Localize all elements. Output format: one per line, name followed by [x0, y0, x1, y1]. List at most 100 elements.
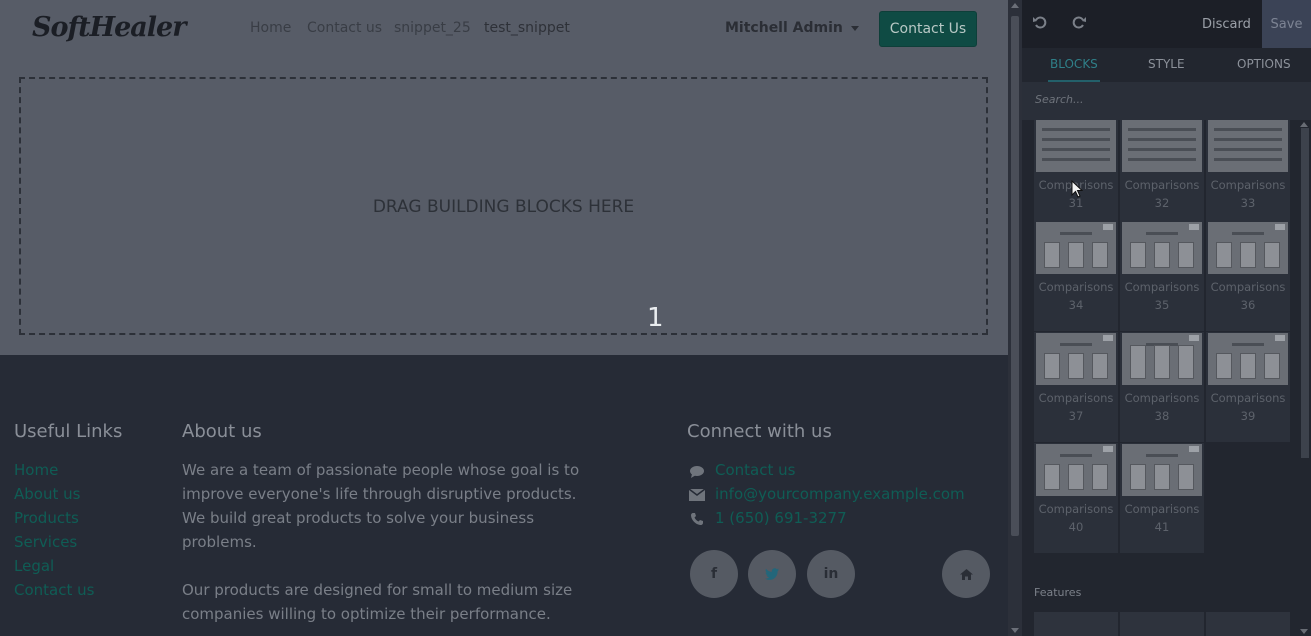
block-label: Comparisons 37	[1034, 389, 1118, 425]
thumb-column	[1216, 242, 1232, 268]
connect-contact-link[interactable]: Contact us	[715, 461, 795, 479]
twitter-icon[interactable]	[748, 550, 796, 598]
block-comparisons-40[interactable]: Comparisons 40	[1034, 443, 1118, 553]
footer-link-legal[interactable]: Legal	[14, 557, 54, 575]
footer-link-contact-us[interactable]: Contact us	[14, 581, 94, 599]
thumb-column	[1068, 242, 1084, 268]
scroll-down-icon[interactable]	[1011, 628, 1019, 633]
block-number: 40	[1068, 520, 1084, 534]
about-line: problems.	[182, 533, 257, 551]
website-scrollbar[interactable]	[1008, 0, 1022, 636]
block-thumbnail	[1122, 222, 1202, 274]
thumb-bar	[1128, 158, 1196, 161]
tab-blocks[interactable]: BLOCKS	[1050, 57, 1098, 71]
block-thumbnail	[1036, 120, 1116, 172]
useful-links-title: Useful Links	[14, 421, 123, 442]
contact-us-button[interactable]: Contact Us	[879, 11, 977, 47]
block-comparisons-39[interactable]: Comparisons 39	[1206, 332, 1290, 442]
block-label: Comparisons 40	[1034, 500, 1118, 536]
panel-scrollbar[interactable]	[1297, 120, 1311, 636]
thumb-column	[1154, 345, 1170, 379]
thumb-column	[1044, 464, 1060, 490]
redo-icon[interactable]	[1070, 15, 1088, 33]
undo-icon[interactable]	[1031, 15, 1049, 33]
tab-style[interactable]: STYLE	[1148, 57, 1185, 71]
block-comparisons-31[interactable]: Comparisons31	[1034, 120, 1118, 229]
scroll-thumb[interactable]	[1011, 16, 1019, 536]
block-comparisons-41[interactable]: Comparisons 41	[1120, 443, 1204, 553]
block-comparisons-36[interactable]: Comparisons 36	[1206, 221, 1290, 331]
block-comparisons-32[interactable]: Comparisons 32	[1120, 120, 1204, 229]
features-block-thumbnail[interactable]	[1034, 612, 1118, 636]
thumb-bar	[1214, 148, 1282, 151]
thumb-column	[1264, 242, 1280, 268]
facebook-icon[interactable]: f	[690, 550, 738, 598]
features-block-thumbnail[interactable]	[1120, 612, 1204, 636]
save-button[interactable]: Save	[1262, 0, 1311, 48]
editor-tabs: BLOCKS STYLE OPTIONS	[1022, 48, 1311, 82]
nav-link-test-snippet[interactable]: test_snippet	[484, 20, 570, 36]
tab-options[interactable]: OPTIONS	[1237, 57, 1291, 71]
block-label: Comparisons 36	[1206, 278, 1290, 314]
thumb-column	[1154, 464, 1170, 490]
about-line: Our products are designed for small to m…	[182, 581, 573, 599]
connect-phone-link[interactable]: 1 (650) 691-3277	[715, 509, 847, 527]
block-comparisons-33[interactable]: Comparisons 33	[1206, 120, 1290, 229]
thumb-column	[1130, 242, 1146, 268]
drop-zone[interactable]: DRAG BUILDING BLOCKS HERE	[19, 77, 988, 335]
thumb-bar	[1042, 138, 1110, 141]
block-number: 38	[1154, 409, 1170, 423]
footer: Useful Links Home About us Products Serv…	[0, 355, 1008, 636]
nav-link-contact-us[interactable]: Contact us	[307, 20, 382, 36]
thumb-bar	[1128, 128, 1196, 131]
footer-link-services[interactable]: Services	[14, 533, 77, 551]
thumb-column	[1216, 353, 1232, 379]
footer-link-about-us[interactable]: About us	[14, 485, 80, 503]
snippet-badge-icon	[1275, 335, 1285, 341]
footer-link-home[interactable]: Home	[14, 461, 58, 479]
caret-down-icon	[850, 25, 859, 31]
block-thumbnail	[1122, 333, 1202, 385]
snippet-badge-icon	[1103, 335, 1113, 341]
nav-link-home[interactable]: Home	[250, 20, 291, 36]
footer-link-products[interactable]: Products	[14, 509, 79, 527]
block-name: Comparisons	[1124, 178, 1200, 192]
user-menu[interactable]: Mitchell Admin	[725, 20, 859, 36]
scroll-down-icon[interactable]	[1300, 629, 1308, 634]
scroll-thumb[interactable]	[1301, 128, 1309, 458]
block-search-input[interactable]	[1033, 92, 1297, 107]
nav-link-snippet-25[interactable]: snippet_25	[394, 20, 471, 36]
block-comparisons-34[interactable]: Comparisons 34	[1034, 221, 1118, 331]
website-preview: SoftHealer Home Contact us snippet_25 te…	[0, 0, 1008, 636]
scroll-up-icon[interactable]	[1300, 122, 1308, 127]
block-name: Comparisons	[1210, 280, 1286, 294]
thumb-bar	[1146, 232, 1178, 235]
block-comparisons-38[interactable]: Comparisons 38	[1120, 332, 1204, 442]
block-comparisons-37[interactable]: Comparisons 37	[1034, 332, 1118, 442]
thumb-bar	[1214, 128, 1282, 131]
thumb-column	[1178, 242, 1194, 268]
block-name: Comparisons	[1124, 391, 1200, 405]
thumb-bar	[1214, 158, 1282, 161]
block-name: Comparisons	[1038, 280, 1114, 294]
linkedin-icon[interactable]: in	[807, 550, 855, 598]
block-label: Comparisons 39	[1206, 389, 1290, 425]
thumb-column	[1068, 353, 1084, 379]
discard-button[interactable]: Discard	[1202, 17, 1251, 32]
mouse-cursor-icon	[1071, 180, 1083, 198]
site-logo[interactable]: SoftHealer	[32, 12, 186, 43]
about-us-title: About us	[182, 421, 262, 442]
block-thumbnail	[1122, 444, 1202, 496]
features-block-thumbnail[interactable]	[1206, 612, 1290, 636]
home-icon[interactable]	[942, 550, 990, 598]
block-thumbnail	[1036, 222, 1116, 274]
thumb-bar	[1214, 138, 1282, 141]
scroll-up-icon[interactable]	[1011, 3, 1019, 8]
thumb-bar	[1060, 454, 1092, 457]
connect-email-link[interactable]: info@yourcompany.example.com	[715, 485, 965, 503]
snippet-badge-icon	[1103, 446, 1113, 452]
block-thumbnail	[1122, 120, 1202, 172]
block-comparisons-35[interactable]: Comparisons 35	[1120, 221, 1204, 331]
block-thumbnail	[1036, 333, 1116, 385]
block-number: 39	[1240, 409, 1256, 423]
